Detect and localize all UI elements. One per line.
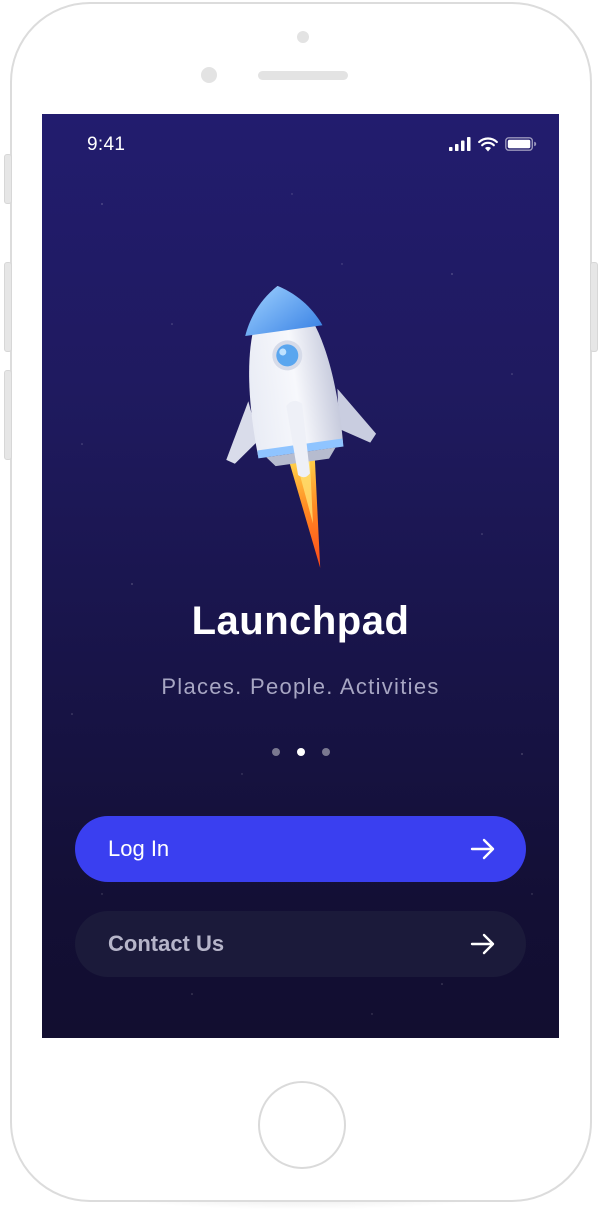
contact-us-button[interactable]: Contact Us [75,911,526,977]
power-button [590,262,598,352]
app-screen: 9:41 Launchpad Places. People. Activitie… [42,114,559,1038]
home-button[interactable] [258,1081,346,1169]
app-title: Launchpad [191,599,410,643]
page-dot[interactable] [271,748,280,756]
volume-down-button [4,370,12,460]
login-button-label: Log In [108,836,170,861]
page-dot-active[interactable] [296,748,305,756]
arrow-right-icon [470,838,496,860]
volume-up-button [4,262,12,352]
page-dot[interactable] [321,748,330,756]
page-indicator [42,748,559,756]
status-time: 9:41 [87,134,126,155]
arrow-right-icon [470,933,496,955]
proximity-sensor [297,31,309,43]
cellular-signal-icon [449,137,471,151]
app-subtitle: Places. People. Activities [161,674,440,699]
contact-us-button-label: Contact Us [108,931,225,956]
wifi-icon [478,136,498,151]
mute-switch [4,154,12,204]
battery-icon [505,137,537,151]
status-icons [449,134,537,154]
starfield-background [71,193,533,1015]
rocket-icon [226,286,377,568]
earpiece-speaker [258,71,348,80]
login-button[interactable]: Log In [75,816,526,882]
front-camera [201,67,217,83]
